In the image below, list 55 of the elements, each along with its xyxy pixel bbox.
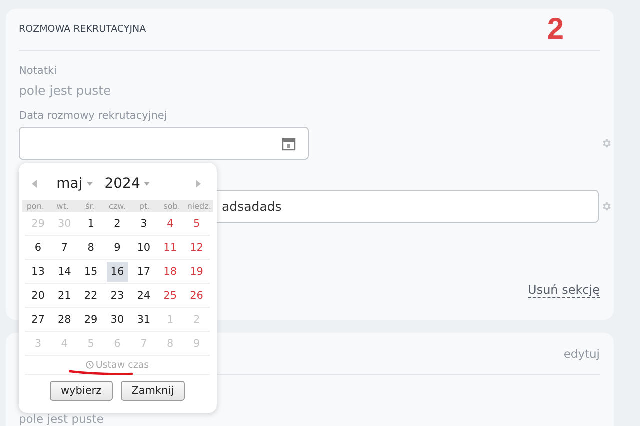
calendar-day[interactable]: 17 (134, 262, 154, 282)
calendar-day[interactable]: 22 (80, 286, 102, 306)
underline-annotation (69, 370, 133, 376)
calendar-day[interactable]: 23 (107, 286, 128, 306)
calendar-day[interactable]: 20 (28, 286, 48, 306)
calendar-day[interactable]: 10 (134, 238, 154, 258)
field-value: pole jest puste (19, 83, 112, 98)
calendar-day[interactable]: 19 (186, 262, 207, 282)
weekday-label: pon. (26, 202, 46, 210)
weekday-label: śr. (84, 202, 96, 210)
weekday-label: wt. (56, 202, 70, 210)
calendar-day[interactable]: 25 (160, 286, 181, 306)
calendar-icon (282, 136, 296, 150)
calendar-day[interactable]: 27 (28, 310, 48, 330)
remove-section-link[interactable]: Usuń sekcję (528, 283, 600, 298)
caret-icon (86, 182, 93, 186)
field-label: Notatki (19, 65, 58, 77)
calendar-day[interactable]: 26 (186, 286, 207, 306)
weekday-label: niedz. (186, 202, 212, 210)
calendar-day[interactable]: 31 (134, 310, 154, 330)
weekday-label: pt. (138, 202, 152, 210)
calendar-day[interactable]: 16 (107, 262, 128, 282)
month-select[interactable]: maj (56, 176, 93, 192)
next-month-icon[interactable] (195, 180, 201, 188)
year-select[interactable]: 2024 (104, 176, 150, 192)
step-number: 2 (547, 12, 564, 46)
weekday-label: sob. (162, 202, 182, 210)
calendar-day[interactable]: 30 (107, 310, 128, 330)
settings-icon[interactable] (601, 138, 612, 149)
field-value: adsadads (222, 199, 283, 214)
clock-icon (86, 361, 94, 369)
select-button[interactable]: wybierz (50, 381, 113, 401)
calendar-day[interactable]: 29 (80, 310, 102, 330)
calendar-day[interactable]: 7 (54, 238, 75, 258)
settings-icon[interactable] (601, 201, 612, 212)
field-value: pole jest puste (19, 413, 105, 425)
field-label: Data rozmowy rekrutacyjnej (19, 110, 168, 122)
calendar-day[interactable]: 12 (186, 238, 207, 258)
calendar-day[interactable]: 28 (54, 310, 75, 330)
calendar-day[interactable]: 13 (28, 262, 48, 282)
calendar-day[interactable]: 18 (160, 262, 181, 282)
calendar-day[interactable]: 11 (160, 238, 181, 258)
calendar-day[interactable]: 8 (80, 238, 102, 258)
close-button[interactable]: Zamknij (120, 381, 186, 401)
calendar-day[interactable]: 15 (80, 262, 102, 282)
calendar-day[interactable]: 6 (28, 238, 48, 258)
calendar-day[interactable]: 9 (107, 238, 128, 258)
date-field[interactable] (19, 127, 309, 160)
calendar-day[interactable]: 24 (134, 286, 154, 306)
calendar-day[interactable]: 21 (54, 286, 75, 306)
caret-icon (144, 182, 150, 186)
section-title: ROZMOWA REKRUTACYJNA (19, 24, 146, 35)
calendar-day[interactable]: 14 (54, 262, 75, 282)
weekday-label: czw. (108, 202, 127, 210)
previous-month-icon[interactable] (32, 180, 38, 188)
